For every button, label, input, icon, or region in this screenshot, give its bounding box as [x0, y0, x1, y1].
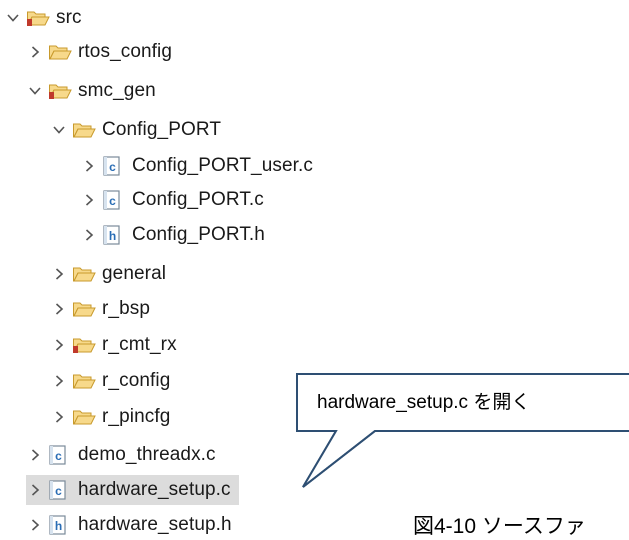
callout-text: hardware_setup.c を開く — [317, 392, 531, 413]
callout-bubble — [296, 373, 629, 488]
